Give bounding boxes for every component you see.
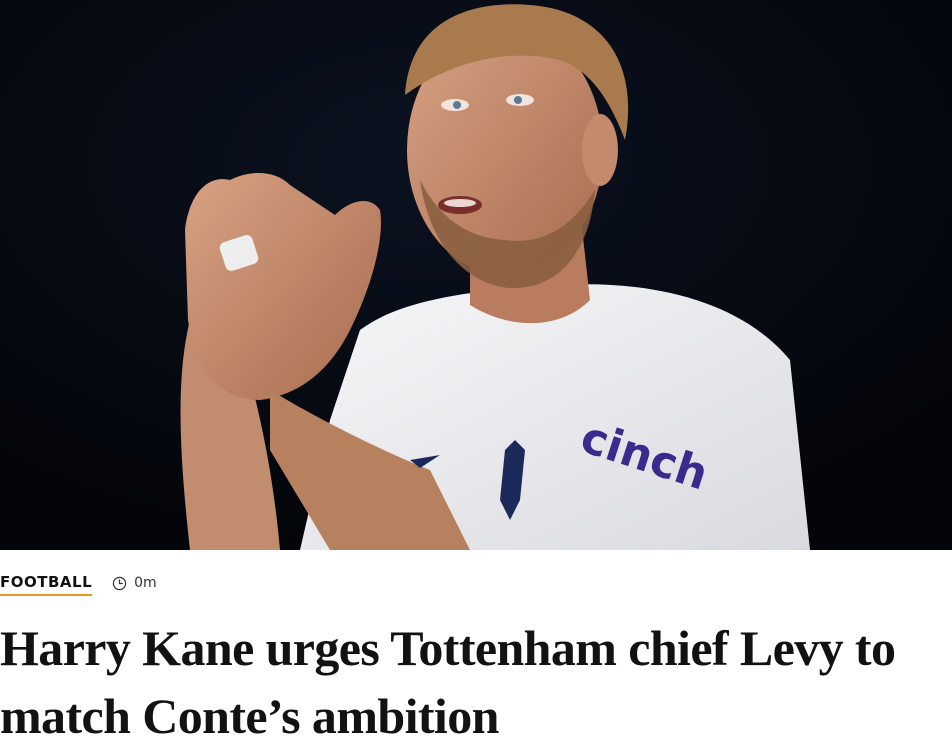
article: cinch FOOTBALL 0m Harry Kane urges Totte… (0, 0, 952, 741)
hero-photo: cinch (0, 0, 952, 550)
hero-image[interactable]: cinch (0, 0, 952, 550)
category-link[interactable]: FOOTBALL (0, 573, 93, 596)
article-meta: FOOTBALL 0m (0, 572, 157, 596)
headline[interactable]: Harry Kane urges Tottenham chief Levy to… (0, 614, 952, 741)
time-ago: 0m (134, 575, 157, 591)
timestamp: 0m (112, 575, 157, 591)
clock-icon (112, 576, 127, 590)
